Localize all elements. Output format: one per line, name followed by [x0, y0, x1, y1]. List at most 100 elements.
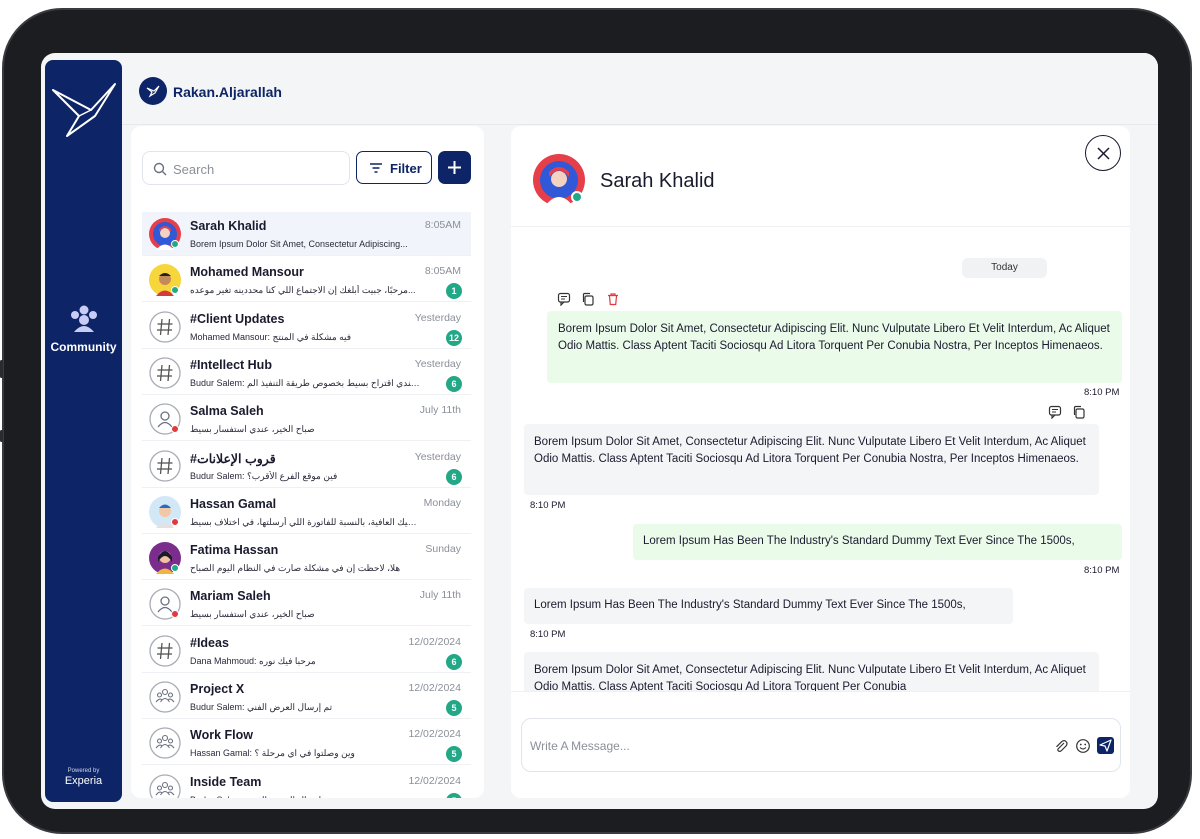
- filter-label: Filter: [390, 161, 422, 176]
- conversation-name: Mohamed Mansour: [190, 265, 304, 280]
- conversation-time: Yesterday: [414, 357, 461, 370]
- group-icon: [149, 681, 181, 713]
- conversation-preview: Borem Ipsum Dolor Sit Amet, Consectetur …: [190, 239, 408, 249]
- chat-panel: Sarah Khalid Today Borem Ipsum Dolor Sit…: [511, 126, 1130, 798]
- conversation-preview: يعطيك العافية، بالنسبة للفاتورة اللي أرس…: [190, 516, 420, 527]
- unread-count-badge: 5: [446, 700, 462, 716]
- message-time: 8:10 PM: [1084, 387, 1120, 398]
- conversation-preview: صباح الخير، عندي استفسار بسيط: [190, 609, 315, 620]
- send-button[interactable]: [1097, 737, 1114, 754]
- send-icon: [1099, 739, 1112, 752]
- conversation-row[interactable]: Inside Team Budur Salem: تم إرسال العرض ا…: [142, 768, 471, 798]
- conversation-name: Project X: [190, 682, 245, 696]
- powered-by-label: Powered by: [67, 768, 100, 774]
- conversation-name: Salma Saleh: [190, 404, 264, 419]
- hash-icon: [149, 635, 181, 667]
- conversation-time: Monday: [423, 496, 461, 509]
- hash-icon: [149, 310, 181, 343]
- unread-count-badge: 6: [446, 468, 462, 485]
- conversation-name: Fatima Hassan: [190, 543, 279, 558]
- conversation-row[interactable]: #Intellect Hub Budur Salem: عندي اقتراح ب…: [142, 351, 471, 395]
- conversation-row[interactable]: #Ideas Dana Mahmoud: مرحبا فيك نوره 12/02/…: [142, 629, 471, 673]
- conversation-preview: Hassan Gamal: وين وصلتوا في اي مرحلة ؟: [190, 748, 355, 759]
- message-bubble-outgoing[interactable]: Borem Ipsum Dolor Sit Amet, Consectetur …: [547, 311, 1122, 383]
- conversation-time: 12/02/2024: [408, 728, 461, 741]
- hardware-button: [0, 360, 3, 378]
- message-actions: [557, 292, 626, 307]
- copy-icon[interactable]: [581, 292, 595, 306]
- conversation-row[interactable]: #قروب الإعلانات Budur Salem: فين موقع الف…: [142, 444, 471, 488]
- add-conversation-button[interactable]: [438, 151, 471, 184]
- bird-logo-icon: [146, 85, 160, 98]
- conversation-time: July 11th: [419, 404, 461, 417]
- close-button[interactable]: [1085, 135, 1121, 171]
- user-avatar[interactable]: [139, 77, 167, 105]
- powered-by: Powered by Experia: [45, 768, 122, 787]
- reply-comment-icon[interactable]: [1048, 405, 1062, 420]
- conversation-row[interactable]: Work Flow Hassan Gamal: وين وصلتوا في اي …: [142, 721, 471, 766]
- unread-count-badge: 12: [445, 329, 462, 346]
- hardware-button: [0, 430, 3, 442]
- conversation-row[interactable]: Mohamed Mansour مرحبًا، جبيت أبلغك إن الا…: [142, 258, 471, 303]
- conversation-preview: Budur Salem: فين موقع الفرع الأقرب؟: [190, 470, 338, 481]
- conversation-preview: Budur Salem: تم إرسال العرض الفني: [190, 702, 333, 712]
- message-actions: [1048, 405, 1092, 420]
- conversation-preview: هلا، لاحظت إن في مشكلة صارت في النظام ال…: [190, 563, 401, 574]
- conversation-list-panel: Search Filter Sarah Khalid Borem Ipsum Do…: [131, 126, 484, 798]
- group-icon: [149, 727, 181, 759]
- conversation-preview: Budur Salem: عندي اقتراح بسيط بخصوص طريق…: [190, 377, 420, 388]
- unread-count-badge: 6: [446, 653, 462, 670]
- conversation-row[interactable]: Sarah Khalid Borem Ipsum Dolor Sit Amet, …: [142, 212, 471, 256]
- tablet-frame: Community Powered by Experia Rakan.Aljar…: [0, 8, 1192, 834]
- unread-count-badge: 5: [446, 746, 462, 763]
- attachment-icon[interactable]: [1053, 738, 1069, 754]
- message-time: 8:10 PM: [530, 500, 566, 511]
- contact-name: Sarah Khalid: [600, 170, 715, 192]
- conversation-name: Inside Team: [190, 774, 262, 789]
- unread-count-badge: 1: [446, 283, 462, 300]
- emoji-icon[interactable]: [1075, 738, 1091, 754]
- hash-icon: [149, 357, 181, 389]
- filter-button[interactable]: Filter: [356, 151, 432, 184]
- delete-icon[interactable]: [606, 292, 620, 306]
- conversation-row[interactable]: Mariam Saleh صباح الخير، عندي استفسار بسي…: [142, 582, 471, 627]
- conversation-name: Sarah Khalid: [190, 219, 267, 233]
- nav-item-label: Community: [50, 340, 117, 354]
- conversation-row[interactable]: Hassan Gamal يعطيك العافية، بالنسبة للفات…: [142, 490, 471, 534]
- search-placeholder: Search: [173, 162, 215, 177]
- conversation-preview: صباح الخير، عندي استفسار بسيط: [190, 424, 315, 435]
- conversation-row[interactable]: Fatima Hassan هلا، لاحظت إن في مشكلة صارت…: [142, 536, 471, 581]
- message-time: 8:10 PM: [530, 629, 566, 640]
- community-icon: [71, 305, 97, 332]
- online-status-dot: [171, 240, 179, 248]
- group-icon: [149, 773, 181, 798]
- date-divider: Today: [962, 258, 1047, 278]
- conversation-time: 12/02/2024: [408, 774, 461, 787]
- conversation-time: July 11th: [419, 589, 461, 602]
- brand-name: Experia: [64, 775, 103, 787]
- bird-logo-icon: [52, 83, 116, 137]
- chat-header: Sarah Khalid: [511, 126, 1130, 227]
- search-icon: [153, 162, 167, 176]
- hash-icon: [149, 449, 181, 482]
- conversation-preview: Mohamed Mansour: فيه مشكلة في المنتج: [190, 331, 352, 342]
- conversation-name: #Ideas: [190, 635, 229, 650]
- conversation-name: #Intellect Hub: [190, 357, 272, 372]
- close-icon: [1097, 147, 1110, 160]
- message-placeholder: Write A Message...: [530, 739, 630, 753]
- copy-icon[interactable]: [1072, 405, 1086, 419]
- message-bubble-outgoing[interactable]: Lorem Ipsum Has Been The Industry's Stan…: [633, 524, 1122, 560]
- nav-item-community[interactable]: Community: [45, 300, 122, 362]
- conversation-time: 12/02/2024: [408, 635, 461, 648]
- reply-comment-icon[interactable]: [557, 292, 571, 307]
- message-bubble-incoming[interactable]: Lorem Ipsum Has Been The Industry's Stan…: [524, 588, 1013, 624]
- conversation-row[interactable]: Project X Budur Salem: تم إرسال العرض الف…: [142, 675, 471, 719]
- message-input[interactable]: Write A Message...: [521, 718, 1121, 772]
- conversation-preview: Budur Salem: تم إرسال العرض الفني: [190, 795, 420, 798]
- conversation-name: #Client Updates: [190, 311, 285, 326]
- message-bubble-incoming[interactable]: Borem Ipsum Dolor Sit Amet, Consectetur …: [524, 424, 1099, 495]
- conversation-row[interactable]: #Client Updates Mohamed Mansour: فيه مشكل…: [142, 305, 471, 349]
- search-input[interactable]: Search: [142, 151, 350, 185]
- conversation-time: Sunday: [425, 543, 461, 556]
- conversation-row[interactable]: Salma Saleh صباح الخير، عندي استفسار بسيط…: [142, 397, 471, 442]
